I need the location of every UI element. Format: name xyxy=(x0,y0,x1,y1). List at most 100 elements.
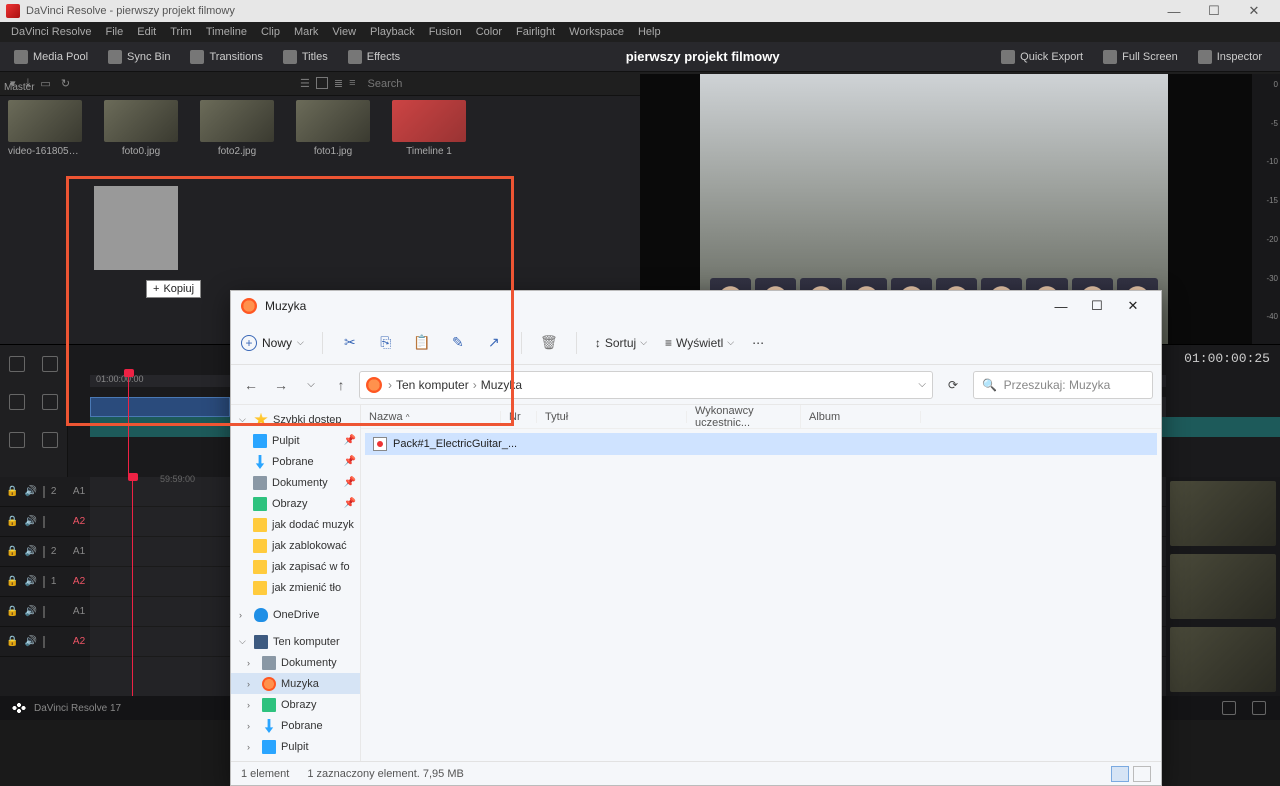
rename-icon[interactable]: ✎ xyxy=(449,334,467,352)
forward-button[interactable]: → xyxy=(269,377,293,393)
quick-export-button[interactable]: Quick Export xyxy=(993,46,1091,68)
lock-icon[interactable]: 🔒 xyxy=(6,486,18,497)
menu-item[interactable]: DaVinci Resolve xyxy=(4,26,99,38)
track-icon[interactable] xyxy=(43,606,45,618)
sidebar-item[interactable]: jak zablokować xyxy=(231,535,360,556)
cut-icon[interactable] xyxy=(42,356,58,372)
lock-icon[interactable]: 🔒 xyxy=(6,636,18,647)
copy-icon[interactable]: ⎘ xyxy=(377,334,395,352)
sidebar-item[interactable]: ›Muzyka xyxy=(231,673,360,694)
thumbs-view-icon[interactable] xyxy=(1133,766,1151,782)
onedrive[interactable]: ›OneDrive xyxy=(231,604,360,625)
speaker-icon[interactable]: 🔊 xyxy=(24,606,36,617)
delete-icon[interactable]: 🗑 xyxy=(540,334,558,352)
sidebar-item[interactable]: Pulpit📌 xyxy=(231,430,360,451)
speaker-icon[interactable]: 🔊 xyxy=(24,576,36,587)
home-icon[interactable] xyxy=(1222,701,1236,715)
speaker-icon[interactable]: 🔊 xyxy=(24,636,36,647)
maximize-button[interactable]: ☐ xyxy=(1194,3,1234,19)
transitions-button[interactable]: Transitions xyxy=(182,46,270,68)
chevron-down-icon[interactable]: ⌵ xyxy=(918,379,926,390)
menu-item[interactable]: Edit xyxy=(130,26,163,38)
up-button[interactable]: ↑ xyxy=(329,377,353,393)
breadcrumb-item[interactable]: Ten komputer xyxy=(392,378,473,392)
file-row[interactable]: Pack#1_ElectricGuitar_... xyxy=(365,433,1157,455)
back-button[interactable]: ← xyxy=(239,377,263,393)
track-icon[interactable] xyxy=(43,486,45,498)
minimize-button[interactable]: — xyxy=(1154,4,1194,19)
menu-item[interactable]: Color xyxy=(469,26,509,38)
col-nr[interactable]: Nr xyxy=(501,411,537,423)
track-header[interactable]: 🔒🔊A2 xyxy=(0,627,90,657)
tool-icon[interactable] xyxy=(9,432,25,448)
col-name[interactable]: Nazwa ^ xyxy=(361,411,501,423)
view-button[interactable]: ≡ Wyświetl ⌵ xyxy=(665,336,734,350)
media-thumb[interactable]: foto0.jpg xyxy=(104,100,178,157)
tool-icon[interactable] xyxy=(42,394,58,410)
breadcrumb-bar[interactable]: › Ten komputer › Muzyka ⌵ xyxy=(359,371,933,399)
quick-access[interactable]: ⌵Szybki dostęp xyxy=(231,409,360,430)
lock-icon[interactable]: 🔒 xyxy=(6,576,18,587)
menu-item[interactable]: Timeline xyxy=(199,26,254,38)
track-header[interactable]: 🔒🔊2A1 xyxy=(0,477,90,507)
titles-button[interactable]: Titles xyxy=(275,46,336,68)
media-thumb[interactable]: video-1618054841... xyxy=(8,100,82,157)
menu-item[interactable]: File xyxy=(99,26,131,38)
explorer-minimize-button[interactable]: — xyxy=(1043,299,1079,314)
col-artists[interactable]: Wykonawcy uczestnic... xyxy=(687,405,801,429)
track-header[interactable]: 🔒🔊A2 xyxy=(0,507,90,537)
this-pc[interactable]: ⌵Ten komputer xyxy=(231,631,360,652)
new-button[interactable]: +Nowy ⌵ xyxy=(241,335,304,351)
menu-item[interactable]: Fusion xyxy=(422,26,469,38)
media-thumb[interactable]: foto1.jpg xyxy=(296,100,370,157)
video-clip[interactable] xyxy=(90,397,230,417)
sidebar-item[interactable]: jak dodać muzyk xyxy=(231,514,360,535)
speaker-icon[interactable]: 🔊 xyxy=(24,546,36,557)
refresh-button[interactable]: ⟳ xyxy=(939,378,967,392)
tool-icon[interactable] xyxy=(9,394,25,410)
search-field[interactable]: Search xyxy=(368,78,403,90)
sidebar-item[interactable]: Obrazy📌 xyxy=(231,493,360,514)
menu-item[interactable]: Playback xyxy=(363,26,422,38)
breadcrumb-item[interactable]: Muzyka xyxy=(477,378,526,392)
strip-view-icon[interactable]: ≣ xyxy=(334,77,343,90)
paste-icon[interactable]: 📋 xyxy=(413,334,431,352)
track-icon[interactable] xyxy=(43,636,45,648)
menu-item[interactable]: Mark xyxy=(287,26,325,38)
menu-item[interactable]: Fairlight xyxy=(509,26,562,38)
settings-icon[interactable] xyxy=(1252,701,1266,715)
cut-icon[interactable]: ✂ xyxy=(341,334,359,352)
menu-item[interactable]: Help xyxy=(631,26,668,38)
explorer-maximize-button[interactable]: ☐ xyxy=(1079,298,1115,314)
media-thumb[interactable]: foto2.jpg xyxy=(200,100,274,157)
details-view-icon[interactable] xyxy=(1111,766,1129,782)
metadata-view-icon[interactable]: ☰ xyxy=(300,77,310,90)
effects-button[interactable]: Effects xyxy=(340,46,408,68)
sidebar-item[interactable]: jak zapisać w fo xyxy=(231,556,360,577)
lock-icon[interactable]: 🔒 xyxy=(6,546,18,557)
track-header[interactable]: 🔒🔊1A2 xyxy=(0,567,90,597)
sidebar-item[interactable]: jak zmienić tło xyxy=(231,577,360,598)
sync-icon[interactable]: ↻ xyxy=(61,77,70,90)
sidebar-item[interactable]: Pobrane📌 xyxy=(231,451,360,472)
explorer-close-button[interactable]: ✕ xyxy=(1115,298,1151,314)
recent-button[interactable]: ⌵ xyxy=(299,379,323,390)
sidebar-item[interactable]: ›Pobrane xyxy=(231,715,360,736)
track-icon[interactable] xyxy=(43,576,45,588)
new-bin-icon[interactable]: ▭ xyxy=(40,77,50,90)
col-album[interactable]: Album xyxy=(801,411,921,423)
close-button[interactable]: ✕ xyxy=(1234,3,1274,19)
menu-item[interactable]: Trim xyxy=(163,26,199,38)
track-header[interactable]: 🔒🔊2A1 xyxy=(0,537,90,567)
more-button[interactable]: ⋯ xyxy=(752,336,764,350)
track-icon[interactable] xyxy=(43,516,45,528)
app-logo[interactable]: DaVinci Resolve 17 xyxy=(0,702,131,714)
sidebar-item[interactable]: ›Pulpit xyxy=(231,736,360,757)
menu-item[interactable]: Workspace xyxy=(562,26,631,38)
track-header[interactable]: 🔒🔊A1 xyxy=(0,597,90,627)
playhead-lower[interactable] xyxy=(132,477,133,696)
sort-button[interactable]: ↕ Sortuj ⌵ xyxy=(595,336,647,350)
menu-item[interactable]: View xyxy=(325,26,363,38)
lock-icon[interactable]: 🔒 xyxy=(6,516,18,527)
sidebar-item[interactable]: ›Dokumenty xyxy=(231,652,360,673)
